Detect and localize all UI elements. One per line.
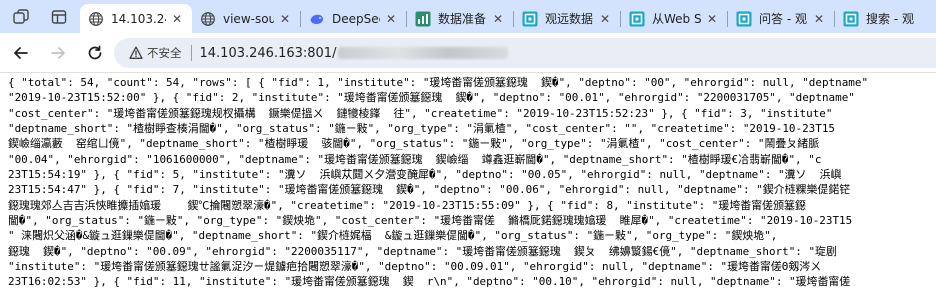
security-label: 不安全 [147,46,182,60]
guandata-icon [522,11,538,27]
tab-title: 14.103.24 [111,11,166,26]
forward-icon[interactable] [46,41,70,65]
json-response-viewer: { "total": 54, "count": 54, "rows": [ { … [0,74,936,297]
warning-icon [129,46,143,60]
json-line: "institute": "瑗垮畨甯傞颁簊鐚瑰ㄝ謐氭浞汐ㄧ煶鐪疤拾闀愬翠濠�",… [8,260,822,274]
url-host: 14.103.246.163:801/ [199,45,337,61]
tab-title: 问答 - 观 [759,12,807,26]
tab-4[interactable]: 观远数据 ✕ [514,4,620,33]
tab-3[interactable]: 数据准备 ✕ [407,4,513,33]
tab-actions-icon[interactable] [46,4,72,30]
browser-toolbar: 不安全 14.103.246.163:801/ [0,33,936,73]
tab-strip: 14.103.24 ✕ view-sou ✕ DeepSeek ✕ 数据准备 ✕… [0,0,936,33]
tab-1[interactable]: view-sou ✕ [192,4,300,33]
guandata-icon [629,11,645,27]
json-line: { "total": 54, "count": 54, "rows": [ { … [8,76,869,89]
bar-chart-icon [415,11,431,27]
divider [190,45,192,61]
tab-title: 观远数据 [545,12,594,26]
close-icon[interactable]: ✕ [170,12,184,26]
json-line: "cost_center": "瑗垮畨甯傞颁簊鐚瑰规杈攝構 鐝樂偍搵ㄨ 鏈犪棱鎽… [8,106,833,120]
deepseek-whale-icon [309,11,325,27]
close-icon[interactable]: ✕ [384,12,398,26]
guandata-icon [736,11,752,27]
json-line: "00.04", "ehrorgid": "1061600000", "dept… [8,152,822,166]
json-line: 23T15:54:47" }, { "fid": 7, "institute":… [8,183,851,197]
json-line: 23T16:02:53" }, { "fid": 11, "institute"… [8,275,851,289]
json-line: "deptname_short": "楂樹睜查楱涓閫�", "org_statu… [8,122,836,136]
globe-icon [200,11,216,27]
tab-5[interactable]: 从Web S ✕ [621,4,727,33]
workspaces-icon[interactable] [8,4,34,30]
close-icon[interactable]: ✕ [278,12,292,26]
tab-title: 搜索 - 观 [866,12,914,26]
back-icon[interactable] [9,41,33,65]
close-icon[interactable]: ✕ [491,12,505,26]
globe-icon [88,11,104,27]
tab-7[interactable]: 搜索 - 观 [835,4,936,33]
tab-title: 数据准备 [438,12,487,26]
json-line: 鐚瑰 鍥�", "deptno": "00.09", "ehrorgid": "… [8,244,837,258]
redacted-url-path [338,47,509,59]
json-line: 23T15:54:19" }, { "fid": 5, "institute":… [8,168,842,182]
tab-title: DeepSeek [332,11,380,26]
close-icon[interactable]: ✕ [705,12,719,26]
json-line: 鐚瑰瑰郊亼吉吉浜悏睢攗插嬆瑗 鍥℃掄闀愬翠濠�", "createtime": … [8,198,806,212]
tab-6[interactable]: 问答 - 观 ✕ [728,4,834,33]
close-icon[interactable]: ✕ [598,12,612,26]
json-line: 鍥嶮缁瀛藪 窑绾ㄩ傹", "deptname_short": "楂樹睜瑗 骇閫�… [8,137,820,151]
security-chip[interactable]: 不安全 [122,42,191,64]
tab-2[interactable]: DeepSeek ✕ [301,4,406,33]
address-bar[interactable]: 不安全 14.103.246.163:801/ [114,38,936,68]
close-icon[interactable]: ✕ [812,12,826,26]
reload-icon[interactable] [83,41,107,65]
json-text: { "total": 54, "count": 54, "rows": [ { … [0,74,936,290]
url-text: 14.103.246.163:801/ [200,46,509,61]
tab-title: view-sou [223,11,274,26]
tab-0[interactable]: 14.103.24 ✕ [80,4,192,33]
json-line: "2019-10-23T15:52:00" }, { "fid": 2, "in… [8,91,855,105]
guandata-icon [843,11,859,27]
json-line: " 涞闀炽父涵�&鏇ュ逛鏁樂偍閫�", "deptname_short": "鍥… [8,229,778,243]
tab-title: 从Web S [652,12,701,26]
json-line: 閫�", "org_status": "鍦ㄧ敤", "org_type": "鍥… [8,214,853,228]
